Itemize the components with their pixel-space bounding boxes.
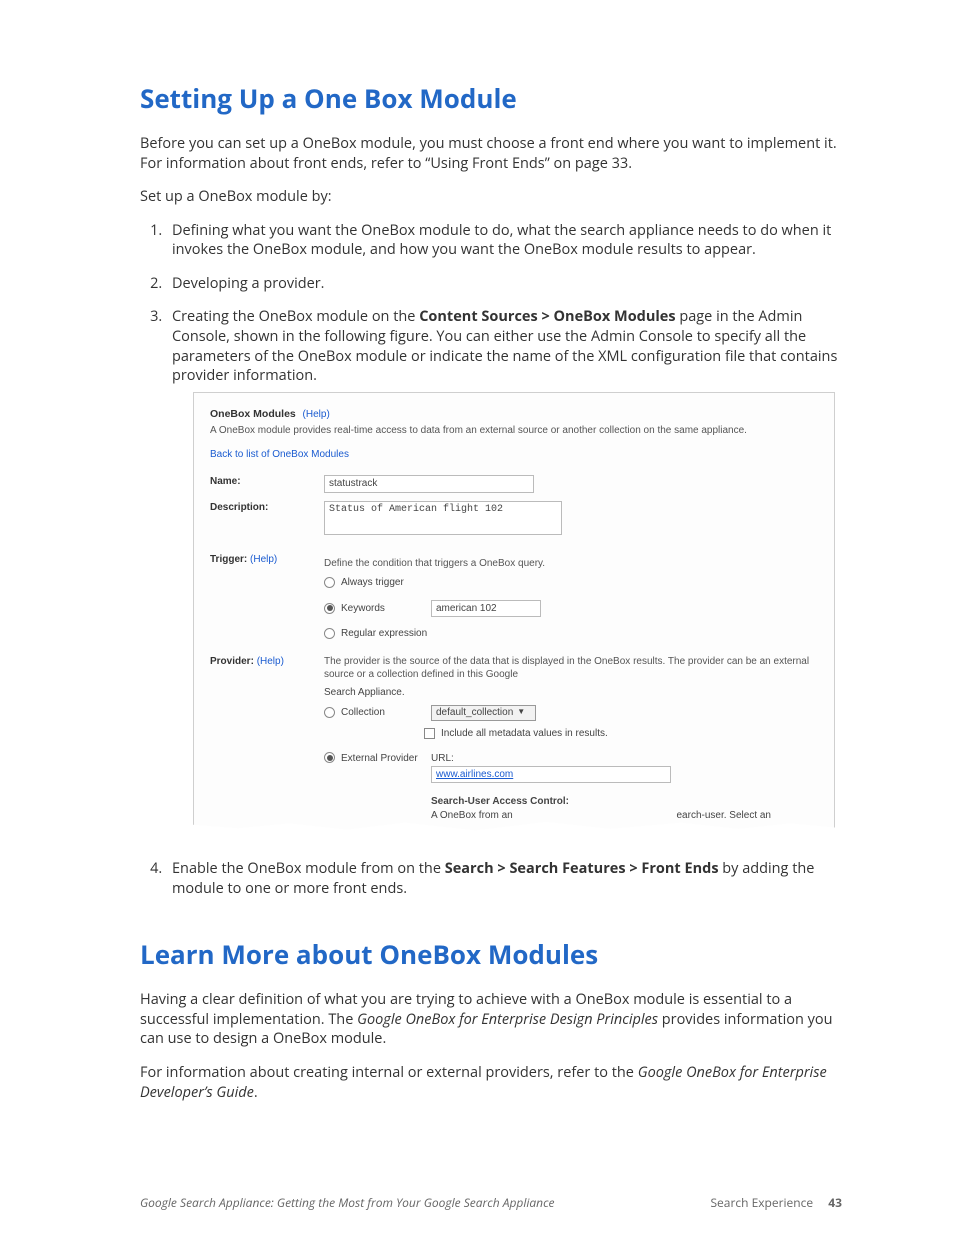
radio-option-external[interactable]: External Provider URL: www.airlines.com … <box>324 752 818 822</box>
radio-icon[interactable] <box>324 628 335 639</box>
heading-setup: Setting Up a One Box Module <box>140 80 842 116</box>
radio-label: Always trigger <box>341 576 404 590</box>
document-page: Setting Up a One Box Module Before you c… <box>0 0 954 1235</box>
select-value: default_collection <box>436 706 513 720</box>
access-note-left: A OneBox from an <box>431 809 513 823</box>
checkbox-label: Include all metadata values in results. <box>441 727 608 741</box>
list-item: Enable the OneBox module from on the Sea… <box>166 859 842 898</box>
collection-select[interactable]: default_collection ▼ <box>431 705 536 721</box>
radio-icon[interactable] <box>324 752 335 763</box>
field-row-name: Name: statustrack <box>210 475 818 493</box>
list-item: Defining what you want the OneBox module… <box>166 221 842 260</box>
footer-doc-title: Google Search Appliance: Getting the Mos… <box>140 1194 555 1211</box>
keywords-input[interactable]: american 102 <box>431 600 541 618</box>
radio-label: Keywords <box>341 602 425 616</box>
list-item: Creating the OneBox module on the Conten… <box>166 307 842 833</box>
radio-option-collection[interactable]: Collection default_collection ▼ <box>324 705 818 721</box>
figure-header: OneBox Modules (Help) A OneBox module pr… <box>210 407 818 462</box>
access-note-right: earch-user. Select an <box>677 809 772 823</box>
radio-label: Regular expression <box>341 627 427 641</box>
url-label: URL: <box>431 752 771 766</box>
paragraph: For information about creating internal … <box>140 1063 842 1102</box>
doc-reference: Google OneBox for Enterprise Design Prin… <box>357 1010 658 1029</box>
panel-subtitle: A OneBox module provides real-time acces… <box>210 424 818 438</box>
help-link[interactable]: (Help) <box>250 554 277 565</box>
checkbox-row-metadata[interactable]: Include all metadata values in results. <box>424 727 818 741</box>
label-text: Trigger: <box>210 554 247 565</box>
breadcrumb-path: Content Sources > OneBox Modules <box>419 307 675 326</box>
provider-note: The provider is the source of the data t… <box>324 655 818 682</box>
paragraph: Set up a OneBox module by: <box>140 187 842 207</box>
description-textarea[interactable]: Status of American flight 102 <box>324 501 562 535</box>
url-input[interactable]: www.airlines.com <box>431 766 671 784</box>
radio-option-regex[interactable]: Regular expression <box>324 627 818 641</box>
radio-label: External Provider <box>341 752 425 766</box>
radio-option-always[interactable]: Always trigger <box>324 576 818 590</box>
radio-label: Collection <box>341 706 425 720</box>
breadcrumb-path: Search > Search Features > Front Ends <box>445 859 719 878</box>
help-link[interactable]: (Help) <box>257 656 284 667</box>
back-link[interactable]: Back to list of OneBox Modules <box>210 448 818 462</box>
list-item: Developing a provider. <box>166 274 842 294</box>
text: For information about creating internal … <box>140 1063 638 1082</box>
access-control-label: Search-User Access Control: <box>431 795 771 809</box>
trigger-note: Define the condition that triggers a One… <box>324 557 818 571</box>
name-input[interactable]: statustrack <box>324 475 534 493</box>
paragraph: Having a clear definition of what you ar… <box>140 990 842 1049</box>
admin-console-figure: OneBox Modules (Help) A OneBox module pr… <box>193 392 835 834</box>
footer-section: Search Experience 43 <box>710 1194 842 1211</box>
field-label: Description: <box>210 501 324 515</box>
field-label: Trigger: (Help) <box>210 553 324 567</box>
radio-icon[interactable] <box>324 707 335 718</box>
text: Enable the OneBox module from on the <box>172 859 445 878</box>
chevron-down-icon: ▼ <box>517 707 525 718</box>
page-number: 43 <box>828 1194 842 1211</box>
ordered-list: Defining what you want the OneBox module… <box>140 221 842 899</box>
field-label: Provider: (Help) <box>210 655 324 669</box>
footer-label: Search Experience <box>710 1194 813 1211</box>
help-link[interactable]: (Help) <box>303 409 330 420</box>
field-row-description: Description: Status of American flight 1… <box>210 501 818 535</box>
heading-learn-more: Learn More about OneBox Modules <box>140 936 842 972</box>
field-row-provider: Provider: (Help) The provider is the sou… <box>210 655 818 823</box>
radio-icon[interactable] <box>324 603 335 614</box>
checkbox-icon[interactable] <box>424 728 435 739</box>
radio-icon[interactable] <box>324 577 335 588</box>
text: Creating the OneBox module on the <box>172 307 419 326</box>
paragraph: Before you can set up a OneBox module, y… <box>140 134 842 173</box>
panel-title: OneBox Modules <box>210 408 296 420</box>
text: . <box>254 1083 258 1102</box>
page-footer: Google Search Appliance: Getting the Mos… <box>140 1194 842 1211</box>
field-label: Name: <box>210 475 324 489</box>
field-row-trigger: Trigger: (Help) Define the condition tha… <box>210 553 818 641</box>
text: Search Appliance. <box>324 686 818 700</box>
label-text: Provider: <box>210 656 254 667</box>
radio-option-keywords[interactable]: Keywords american 102 <box>324 600 818 618</box>
